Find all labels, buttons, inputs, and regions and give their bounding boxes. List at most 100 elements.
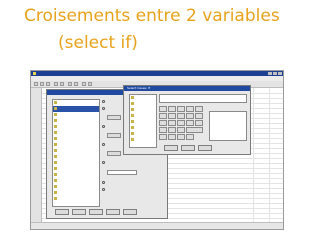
key-less-equal[interactable] — [168, 113, 176, 119]
toolbar-open-button[interactable] — [34, 82, 38, 86]
variable-icon — [54, 179, 57, 182]
spss-screenshot: Select Cases: If — [30, 70, 284, 230]
window-icon — [33, 72, 36, 75]
help-button[interactable] — [198, 145, 212, 151]
key-greater[interactable] — [177, 106, 185, 112]
if-variable-list[interactable] — [129, 94, 157, 148]
variable-icon — [54, 101, 57, 104]
key-greater-equal[interactable] — [177, 113, 185, 119]
key-minus[interactable] — [159, 113, 167, 119]
radio-filter-variable[interactable] — [101, 160, 163, 167]
calculator-keypad — [159, 106, 205, 144]
variable-icon — [54, 161, 57, 164]
filter-variable-row — [101, 167, 163, 180]
slide-title-line1: Croisements entre 2 variables — [24, 6, 280, 26]
radio-unselected-filtered[interactable] — [101, 180, 163, 187]
dialog2-title: Select Cases: If — [127, 86, 151, 90]
key-5[interactable] — [195, 113, 203, 119]
dialog-buttons — [55, 209, 137, 215]
close-button[interactable] — [278, 72, 282, 75]
variable-icon — [131, 126, 134, 129]
key-0[interactable] — [186, 127, 203, 133]
key-parens[interactable] — [177, 134, 185, 140]
radio-dot[interactable] — [102, 181, 105, 184]
sample-button[interactable] — [107, 133, 121, 138]
variable-icon — [131, 96, 134, 99]
toolbar-undo-button[interactable] — [60, 82, 64, 86]
variable-icon — [54, 113, 57, 116]
window-controls — [268, 72, 282, 75]
variable-list[interactable] — [52, 99, 100, 207]
continue-button[interactable] — [164, 145, 178, 151]
variable-icon — [54, 125, 57, 128]
toolbar-variables-button[interactable] — [74, 82, 78, 86]
variable-icon — [54, 143, 57, 146]
key-plus[interactable] — [159, 106, 167, 112]
key-power[interactable] — [159, 134, 167, 140]
radio-dot[interactable] — [102, 125, 105, 128]
paste-button[interactable] — [72, 209, 86, 215]
key-not[interactable] — [168, 134, 176, 140]
variable-icon — [131, 120, 134, 123]
key-1[interactable] — [186, 120, 194, 126]
key-less[interactable] — [168, 106, 176, 112]
dialog2-titlebar: Select Cases: If — [124, 86, 250, 91]
cancel-button[interactable] — [106, 209, 120, 215]
key-equal[interactable] — [168, 120, 176, 126]
key-delete[interactable] — [186, 134, 194, 140]
toolbar-find-button[interactable] — [82, 82, 86, 86]
maximize-button[interactable] — [273, 72, 277, 75]
toolbar-save-button[interactable] — [40, 82, 44, 86]
toolbar-insert-button[interactable] — [88, 82, 92, 86]
key-4[interactable] — [186, 113, 194, 119]
ok-button[interactable] — [55, 209, 69, 215]
radio-dot[interactable] — [102, 188, 105, 191]
variable-icon — [54, 155, 57, 158]
variable-icon — [54, 131, 57, 134]
status-bar — [31, 222, 283, 229]
slide-title-line2: (select if) — [58, 33, 138, 53]
condition-expression-field[interactable] — [159, 94, 247, 103]
dialog2-buttons — [164, 145, 212, 151]
key-multiply[interactable] — [159, 120, 167, 126]
toolbar-goto-button[interactable] — [68, 82, 72, 86]
range-button[interactable] — [107, 151, 121, 156]
key-or[interactable] — [177, 127, 185, 133]
radio-unselected-deleted[interactable] — [101, 187, 163, 194]
if-button[interactable] — [107, 115, 121, 120]
radio-dot[interactable] — [102, 100, 105, 103]
key-not-equal[interactable] — [177, 120, 185, 126]
variable-icon — [131, 102, 134, 105]
variable-icon — [54, 173, 57, 176]
functions-list[interactable] — [209, 111, 247, 141]
select-cases-if-dialog: Select Cases: If — [123, 85, 251, 155]
key-divide[interactable] — [159, 127, 167, 133]
filter-variable-field[interactable] — [107, 170, 137, 175]
radio-dot[interactable] — [102, 107, 105, 110]
toolbar-dialog-button[interactable] — [54, 82, 58, 86]
reset-button[interactable] — [89, 209, 103, 215]
help-button[interactable] — [123, 209, 137, 215]
radio-dot[interactable] — [102, 161, 105, 164]
variable-icon — [131, 132, 134, 135]
key-and[interactable] — [168, 127, 176, 133]
list-item[interactable] — [130, 137, 156, 143]
variable-icon — [54, 119, 57, 122]
key-7[interactable] — [186, 106, 194, 112]
toolbar-print-button[interactable] — [46, 82, 50, 86]
variable-icon — [54, 185, 57, 188]
variable-icon — [131, 108, 134, 111]
key-8[interactable] — [195, 106, 203, 112]
cancel-button[interactable] — [181, 145, 195, 151]
variable-icon — [54, 107, 57, 110]
minimize-button[interactable] — [268, 72, 272, 75]
list-item[interactable] — [53, 196, 99, 202]
variable-icon — [54, 137, 57, 140]
variable-icon — [131, 114, 134, 117]
variable-icon — [54, 149, 57, 152]
radio-dot[interactable] — [102, 143, 105, 146]
variable-icon — [54, 191, 57, 194]
key-2[interactable] — [195, 120, 203, 126]
variable-icon — [131, 138, 134, 141]
row-number-column — [31, 88, 42, 223]
